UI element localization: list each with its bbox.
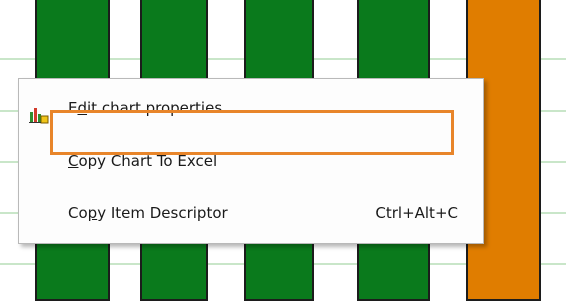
chart-properties-icon <box>29 99 49 124</box>
menu-item-label: Edit chart properties <box>68 99 223 117</box>
menu-item-label: Copy Chart To Excel <box>68 152 218 170</box>
menu-item-edit-chart-properties[interactable]: Edit chart properties <box>19 88 483 128</box>
menu-item-shortcut: Ctrl+Alt+C <box>375 204 458 222</box>
menu-item-copy-item-descriptor[interactable]: Copy Item Descriptor Ctrl+Alt+C <box>19 193 483 233</box>
menu-item-copy-chart-to-excel[interactable]: Copy Chart To Excel <box>19 141 483 181</box>
menu-item-label: Copy Item Descriptor <box>68 204 228 222</box>
context-menu: Edit chart properties Copy Chart To Exce… <box>18 78 484 244</box>
